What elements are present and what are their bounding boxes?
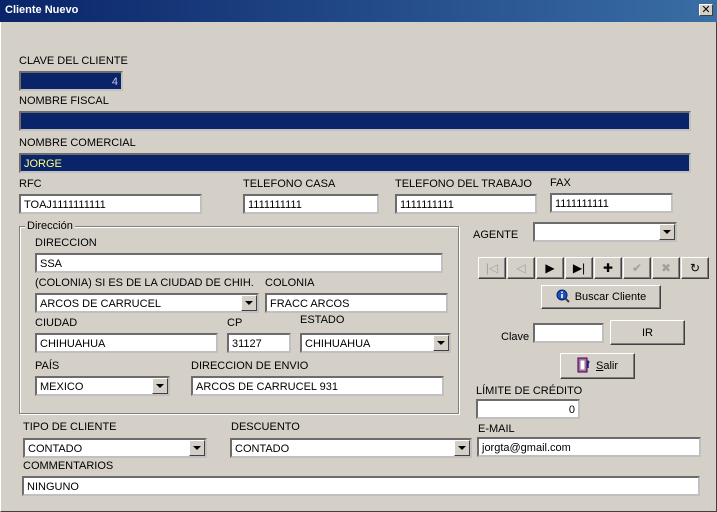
first-record-icon: |◁ [485,261,499,275]
clave-label: Clave [501,331,530,343]
telefono-trabajo-label: TELEFONO DEL TRABAJO [395,178,532,190]
tipo-cliente-select[interactable]: CONTADO [23,438,207,458]
direccion-label: DIRECCION [35,237,97,249]
rfc-field[interactable]: TOAJ1111111111 [19,194,202,214]
close-button[interactable]: ✕ [699,4,713,16]
descuento-value: CONTADO [235,443,290,455]
check-icon: ✔ [631,261,643,275]
info-search-icon [556,289,570,306]
nav-add-button[interactable]: ✚ [594,257,622,279]
chevron-down-icon[interactable] [241,295,257,311]
limite-credito-field[interactable]: 0 [476,399,580,419]
chevron-down-icon[interactable] [659,224,675,240]
close-icon: ✕ [701,4,711,16]
buscar-cliente-label: Buscar Cliente [574,291,647,303]
rfc-label: RFC [19,178,42,190]
colonia-chih-select[interactable]: ARCOS DE CARRUCEL [35,293,259,313]
telefono-casa-field[interactable]: 1111111111 [243,194,379,214]
comentarios-label: COMMENTARIOS [23,460,114,472]
nav-first-button[interactable]: |◁ [478,257,506,279]
nav-prev-button[interactable]: ◁ [507,257,535,279]
nav-last-button[interactable]: ▶| [565,257,593,279]
cp-label: CP [227,317,243,329]
telefono-casa-label: TELEFONO CASA [243,178,336,190]
salir-button[interactable]: Salir [560,353,635,379]
email-field[interactable]: jorgta@gmail.com [477,437,701,457]
pais-value: MEXICO [40,381,84,393]
direccion-group-title: Dirección [25,220,75,232]
agente-label: AGENTE [473,229,519,241]
buscar-cliente-button[interactable]: Buscar Cliente [541,285,661,309]
colonia-chih-value: ARCOS DE CARRUCEL [40,298,162,310]
clave-cliente-label: CLAVE DEL CLIENTE [19,55,128,67]
tipo-cliente-label: TIPO DE CLIENTE [23,421,117,433]
nombre-fiscal-field[interactable] [19,111,691,131]
last-record-icon: ▶| [572,261,586,275]
fax-field[interactable]: 1111111111 [550,193,673,213]
colonia-field[interactable]: FRACC ARCOS [265,293,448,313]
direccion-envio-label: DIRECCION DE ENVIO [191,360,309,372]
refresh-icon: ↻ [689,261,701,275]
nombre-fiscal-label: NOMBRE FISCAL [19,95,109,107]
nav-confirm-button[interactable]: ✔ [623,257,651,279]
add-icon: ✚ [602,261,614,275]
prev-record-icon: ◁ [516,261,526,275]
email-label: E-MAIL [478,423,515,435]
ciudad-label: CIUDAD [35,317,78,329]
chevron-down-icon[interactable] [433,335,449,351]
clave-cliente-field[interactable]: 4 [19,71,123,91]
limite-credito-label: LÍMITE DE CRÉDITO [476,385,583,397]
chevron-down-icon[interactable] [189,440,205,456]
cancel-icon: ✖ [660,261,672,275]
ir-button[interactable]: IR [610,320,685,345]
exit-door-icon [577,357,591,376]
nav-refresh-button[interactable]: ↻ [681,257,709,279]
descuento-select[interactable]: CONTADO [230,438,472,458]
nav-next-button[interactable]: ▶ [536,257,564,279]
salir-label: Salir [595,360,618,372]
cp-field[interactable]: 31127 [227,333,291,353]
agente-select[interactable] [533,222,677,242]
estado-label: ESTADO [300,314,345,326]
clave-search-field[interactable] [533,323,604,343]
descuento-label: DESCUENTO [231,421,300,433]
estado-value: CHIHUAHUA [305,338,371,350]
title-bar: Cliente Nuevo ✕ [0,0,717,22]
chevron-down-icon[interactable] [454,440,470,456]
pais-label: PAÍS [35,360,60,372]
chevron-down-icon[interactable] [152,378,168,394]
colonia-label: COLONIA [265,277,315,289]
ciudad-field[interactable]: CHIHUAHUA [35,333,218,353]
direccion-field[interactable]: SSA [35,253,443,273]
telefono-trabajo-field[interactable]: 1111111111 [395,194,537,214]
nav-cancel-button[interactable]: ✖ [652,257,680,279]
ir-label: IR [642,326,653,339]
estado-select[interactable]: CHIHUAHUA [300,333,451,353]
tipo-cliente-value: CONTADO [28,443,83,455]
fax-label: FAX [550,177,571,189]
nombre-comercial-label: NOMBRE COMERCIAL [19,137,136,149]
pais-select[interactable]: MEXICO [35,376,170,396]
direccion-envio-field[interactable]: ARCOS DE CARRUCEL 931 [191,376,444,396]
colonia-chih-label: (COLONIA) SI ES DE LA CIUDAD DE CHIH. [35,277,254,289]
comentarios-field[interactable]: NINGUNO [22,476,700,496]
nombre-comercial-field[interactable]: JORGE [19,153,691,173]
window-title: Cliente Nuevo [5,4,79,16]
next-record-icon: ▶ [545,261,555,275]
